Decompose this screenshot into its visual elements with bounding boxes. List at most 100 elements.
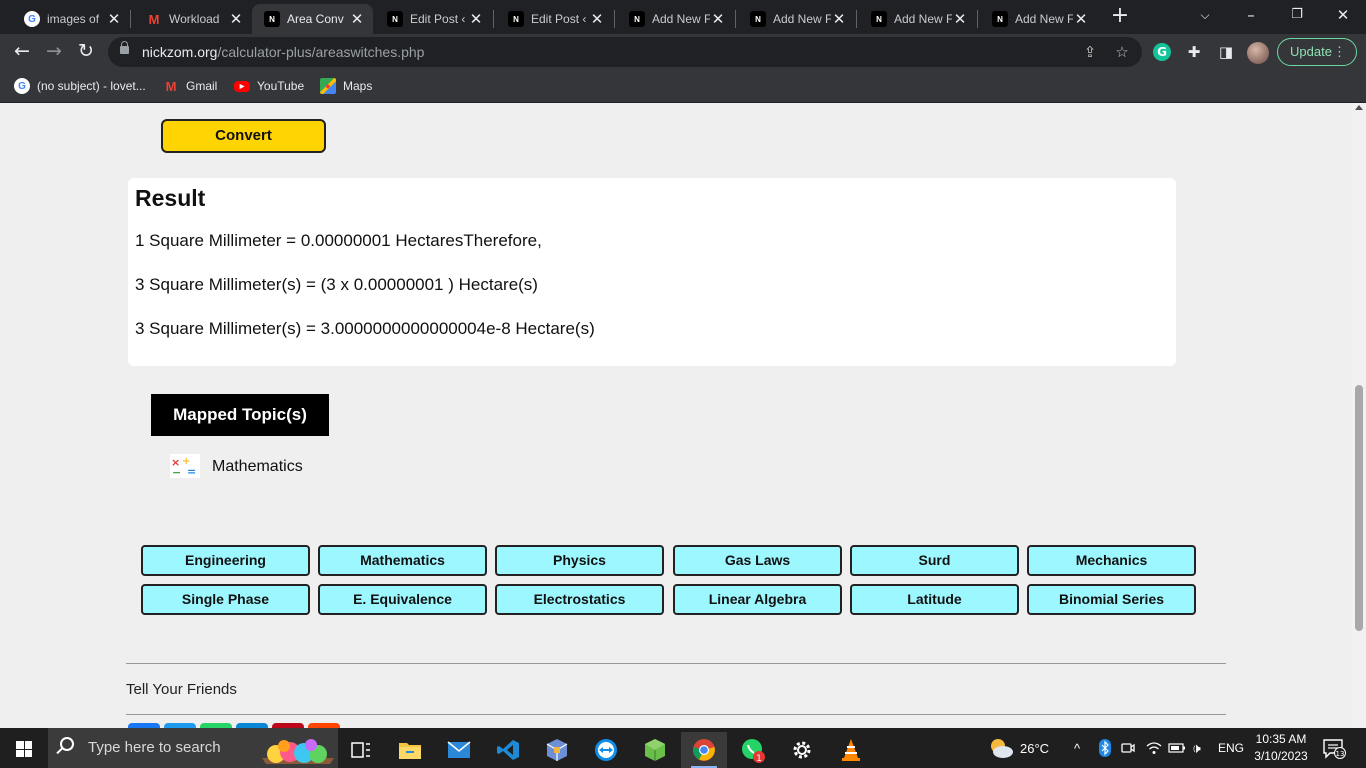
settings-gear-icon[interactable] [779, 732, 825, 768]
category-e-equivalence[interactable]: E. Equivalence [318, 584, 487, 615]
menu-dots-icon: ⋮ [1333, 44, 1346, 59]
tell-friends-heading: Tell Your Friends [126, 681, 237, 698]
system-clock[interactable]: 10:35 AM 3/10/2023 [1250, 731, 1312, 765]
windows-start-icon[interactable] [16, 741, 32, 757]
close-window-button[interactable]: ✕ [1320, 0, 1366, 32]
restore-button[interactable]: ❐ [1274, 0, 1320, 32]
weather-widget[interactable]: 26°C [988, 728, 1049, 768]
whatsapp-icon[interactable]: 1 [730, 732, 776, 768]
tab-workload[interactable]: M Workload ✕ [134, 4, 252, 34]
update-button[interactable]: Update ⋮ [1277, 38, 1357, 66]
google-icon: G [14, 78, 30, 94]
bookmark-maps[interactable]: ● Maps [320, 76, 372, 96]
close-icon[interactable]: ✕ [468, 10, 484, 28]
virtualbox-icon[interactable] [534, 732, 580, 768]
browser-toolbar: ← → ↻ nickzom.org/calculator-plus/areasw… [0, 34, 1366, 70]
show-hidden-icons-chevron-icon[interactable]: ^ [1074, 728, 1080, 768]
bookmark-label: Maps [343, 79, 373, 93]
page-scrollbar[interactable] [1352, 103, 1366, 728]
grammarly-icon[interactable]: G [1153, 43, 1171, 61]
result-line: 3 Square Millimeter(s) = (3 x 0.00000001… [135, 275, 538, 294]
meet-now-icon[interactable] [1121, 728, 1135, 768]
convert-button[interactable]: Convert [161, 119, 326, 153]
category-gas-laws[interactable]: Gas Laws [673, 545, 842, 576]
extensions-icon[interactable]: ✚ [1183, 41, 1205, 63]
url-text[interactable]: nickzom.org/calculator-plus/areaswitches… [142, 44, 424, 60]
forward-button[interactable]: → [40, 38, 68, 66]
file-explorer-icon[interactable] [387, 732, 433, 768]
close-icon[interactable]: ✕ [228, 10, 244, 28]
scrollbar-thumb[interactable] [1355, 385, 1363, 631]
bookmark-gmail[interactable]: M Gmail [163, 76, 218, 96]
bookmark-no-subject[interactable]: G (no subject) - lovet... [14, 76, 146, 96]
category-single-phase[interactable]: Single Phase [141, 584, 310, 615]
reload-button[interactable]: ↻ [72, 38, 100, 66]
task-view-icon[interactable] [338, 732, 384, 768]
close-icon[interactable]: ✕ [952, 10, 968, 28]
holi-colors-icon [262, 739, 334, 764]
bluetooth-icon[interactable] [1099, 728, 1111, 768]
close-icon[interactable]: ✕ [106, 10, 122, 28]
tab-edit-post-2[interactable]: N Edit Post ‹ ✕ [496, 4, 613, 34]
nickzom-icon: N [992, 11, 1008, 27]
close-icon[interactable]: ✕ [1073, 10, 1089, 28]
nickzom-icon: N [629, 11, 645, 27]
app-cube-icon[interactable] [632, 732, 678, 768]
scroll-up-arrow-icon[interactable] [1355, 105, 1363, 110]
tab-images[interactable]: G images of ✕ [12, 4, 130, 34]
category-physics[interactable]: Physics [495, 545, 664, 576]
tab-search-icon[interactable]: ⌵ [1182, 0, 1228, 32]
close-icon[interactable]: ✕ [710, 10, 726, 28]
category-engineering[interactable]: Engineering [141, 545, 310, 576]
close-icon[interactable]: ✕ [831, 10, 847, 28]
close-icon[interactable]: ✕ [589, 10, 605, 28]
category-mechanics[interactable]: Mechanics [1027, 545, 1196, 576]
tab-add-new-3[interactable]: N Add New F ✕ [859, 4, 976, 34]
wifi-icon[interactable] [1146, 728, 1162, 768]
notifications-icon[interactable]: 13 [1322, 728, 1346, 768]
input-language[interactable]: ENG [1218, 728, 1244, 768]
profile-avatar[interactable] [1247, 42, 1269, 64]
category-mathematics[interactable]: Mathematics [318, 545, 487, 576]
category-linear-algebra[interactable]: Linear Algebra [673, 584, 842, 615]
divider [126, 714, 1226, 715]
weather-temperature: 26°C [1020, 740, 1050, 756]
tab-edit-post-1[interactable]: N Edit Post ‹ ✕ [375, 4, 492, 34]
nickzom-icon: N [871, 11, 887, 27]
chrome-icon[interactable] [681, 732, 727, 768]
math-symbols-icon: × + − = [170, 454, 200, 478]
bookmark-star-icon[interactable]: ☆ [1112, 42, 1132, 62]
share-icon[interactable]: ⇪ [1080, 42, 1100, 62]
vlc-icon[interactable] [828, 732, 874, 768]
new-tab-button[interactable]: + [1108, 4, 1132, 30]
mail-icon[interactable] [436, 732, 482, 768]
tab-strip: G images of ✕ M Workload ✕ N Area Conv ✕… [0, 0, 1366, 34]
gmail-icon: M [148, 11, 160, 27]
mapped-topic-mathematics[interactable]: Mathematics [212, 458, 303, 476]
taskbar-search-box[interactable]: Type here to search [48, 728, 338, 768]
tab-add-new-2[interactable]: N Add New F ✕ [738, 4, 855, 34]
nickzom-icon: N [508, 11, 524, 27]
tab-title: images of [47, 12, 100, 26]
minimize-button[interactable]: – [1228, 0, 1274, 32]
result-title: Result [135, 185, 206, 211]
tab-area-conversion[interactable]: N Area Conv ✕ [252, 4, 373, 34]
clock-time: 10:35 AM [1255, 732, 1307, 746]
bookmark-youtube[interactable]: ▶ YouTube [234, 76, 304, 96]
teamviewer-icon[interactable] [583, 732, 629, 768]
back-button[interactable]: ← [8, 38, 36, 66]
battery-icon[interactable] [1168, 728, 1186, 768]
side-panel-icon[interactable]: ◨ [1215, 41, 1237, 63]
category-surd[interactable]: Surd [850, 545, 1019, 576]
volume-icon[interactable]: 🕩 [1192, 728, 1201, 768]
tab-add-new-4[interactable]: N Add New F ✕ [980, 4, 1097, 34]
close-icon[interactable]: ✕ [349, 10, 365, 28]
category-binomial-series[interactable]: Binomial Series [1027, 584, 1196, 615]
category-electrostatics[interactable]: Electrostatics [495, 584, 664, 615]
address-bar[interactable]: nickzom.org/calculator-plus/areaswitches… [108, 37, 1142, 67]
tab-add-new-1[interactable]: N Add New F ✕ [617, 4, 734, 34]
vscode-icon[interactable] [485, 732, 531, 768]
category-latitude[interactable]: Latitude [850, 584, 1019, 615]
nickzom-icon: N [264, 11, 280, 27]
nickzom-icon: N [387, 11, 403, 27]
